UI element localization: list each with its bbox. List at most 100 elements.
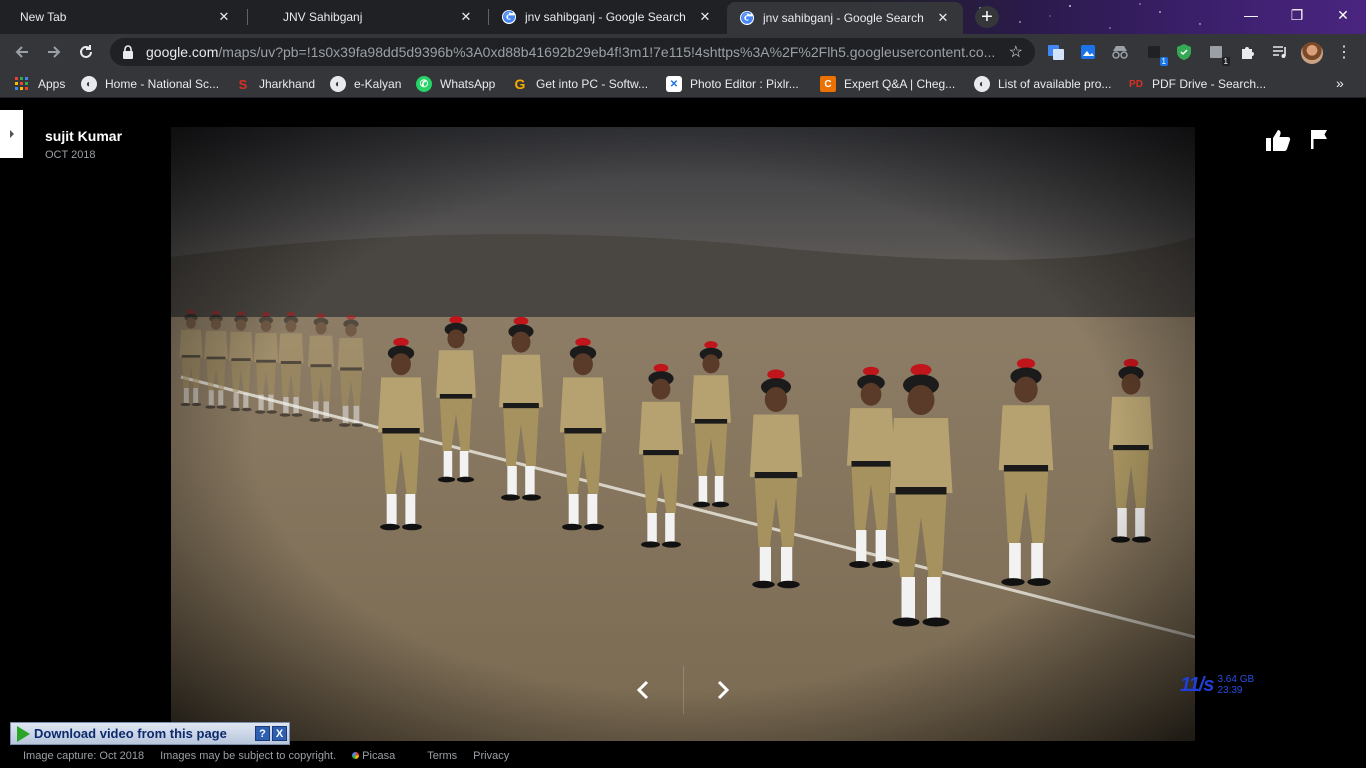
google-icon (502, 10, 516, 24)
picasa-link[interactable]: Picasa (352, 750, 411, 762)
back-button[interactable] (10, 40, 34, 64)
bookmark-label: Jharkhand (259, 77, 316, 91)
pixlr-icon: ✕ (666, 76, 682, 92)
url-text: google.com/maps/uv?pb=!1s0x39fa98dd5d939… (146, 44, 1009, 60)
close-icon[interactable]: ✕ (697, 9, 713, 25)
bookmark-chegg[interactable]: C Expert Q&A | Cheg... (820, 75, 955, 93)
viewer-footer: Image capture: Oct 2018 Images may be su… (0, 743, 1366, 768)
new-tab-button[interactable]: + (975, 6, 999, 28)
incognito-extension-icon[interactable] (1110, 42, 1130, 62)
tab-title: New Tab (20, 10, 67, 24)
download-video-label[interactable]: Download video from this page (34, 726, 255, 741)
url-path: /maps/uv?pb=!1s0x39fa98dd5d9396b%3A0xd88… (218, 44, 996, 60)
author-name[interactable]: sujit Kumar (45, 128, 122, 144)
globe-icon: ◐ (81, 76, 97, 92)
tab-strip: New Tab ✕ JNV Sahibganj ✕ jnv sahibganj … (0, 0, 1366, 34)
translate-extension-icon[interactable] (1046, 42, 1066, 62)
terms-link[interactable]: Terms (427, 750, 457, 762)
reload-icon (80, 45, 92, 58)
restore-button[interactable]: ❐ (1274, 0, 1320, 30)
bookmarks-bar: Apps ◐ Home - National Sc... S Jharkhand… (0, 70, 1366, 98)
photo-date: OCT 2018 (45, 149, 96, 161)
bookmark-label: Get into PC - Softw... (536, 77, 649, 91)
tab-title: JNV Sahibganj (283, 10, 363, 24)
lock-icon (123, 45, 133, 59)
bookmarks-overflow-icon[interactable]: » (1336, 75, 1344, 91)
close-button[interactable]: X (272, 726, 287, 741)
bookmark-star-icon[interactable]: ☆ (1009, 42, 1023, 62)
tab-google-search-active[interactable]: jnv sahibganj - Google Search ✕ (727, 2, 963, 34)
picasa-label: Picasa (362, 749, 396, 762)
download-video-bar[interactable]: Download video from this page ? X (10, 722, 290, 745)
tab-google-search[interactable]: jnv sahibganj - Google Search ✕ (489, 0, 725, 34)
more-menu-icon[interactable]: ⋮ (1336, 42, 1352, 64)
copyright-text: Images may be subject to copyright. (160, 749, 337, 762)
media-queue-icon[interactable] (1270, 42, 1290, 62)
bookmark-pdf-drive[interactable]: PD PDF Drive - Search... (1128, 75, 1266, 93)
tab-new-tab[interactable]: New Tab ✕ (8, 0, 244, 34)
bookmark-pixlr[interactable]: ✕ Photo Editor : Pixlr... (666, 75, 799, 93)
close-icon[interactable]: ✕ (935, 10, 951, 26)
reload-button[interactable] (74, 40, 98, 64)
minimize-button[interactable]: — (1228, 0, 1274, 30)
play-icon (17, 725, 30, 742)
image-extension-icon[interactable] (1078, 42, 1098, 62)
picasa-icon (352, 752, 360, 759)
chevron-right-icon (9, 130, 14, 138)
next-photo-button[interactable] (710, 674, 736, 706)
bookmark-label: PDF Drive - Search... (1152, 77, 1267, 91)
bookmark-national-scholarship[interactable]: ◐ Home - National Sc... (81, 75, 219, 93)
tab-title: jnv sahibganj - Google Search (525, 10, 686, 24)
bookmark-label: Expert Q&A | Cheg... (844, 77, 956, 91)
close-window-button[interactable]: ✕ (1320, 0, 1366, 30)
bookmark-e-kalyan[interactable]: ◐ e-Kalyan (330, 75, 401, 93)
arrow-right-icon (48, 46, 61, 58)
clock-time: 23:39 (1217, 685, 1243, 696)
bookmark-list-available[interactable]: ◐ List of available pro... (974, 75, 1111, 93)
speed-details: 3.64 GB 23:39 (1217, 674, 1254, 696)
pdfdrive-icon: PD (1129, 78, 1143, 90)
bookmark-whatsapp[interactable]: ✆ WhatsApp (416, 75, 495, 93)
address-bar[interactable]: google.com/maps/uv?pb=!1s0x39fa98dd5d939… (110, 38, 1035, 66)
network-speed-widget: 11/s 3.64 GB 23:39 (1180, 674, 1254, 697)
bookmark-jharkhand[interactable]: S Jharkhand (235, 75, 315, 93)
shield-extension-icon[interactable] (1174, 42, 1194, 62)
chegg-icon: C (820, 76, 836, 92)
close-icon[interactable]: ✕ (216, 9, 232, 25)
nav-divider (683, 666, 684, 714)
puzzle-extensions-icon[interactable] (1238, 42, 1258, 62)
bookmark-get-into-pc[interactable]: G Get into PC - Softw... (512, 75, 649, 93)
url-host: google.com (146, 44, 219, 60)
browser-toolbar: google.com/maps/uv?pb=!1s0x39fa98dd5d939… (0, 34, 1366, 70)
data-usage: 3.64 GB (1217, 674, 1255, 685)
theme-stars-decoration (979, 3, 1201, 29)
arrow-left-icon (15, 46, 28, 58)
bookmark-apps[interactable]: Apps (14, 75, 65, 93)
speed-value: 11/s (1180, 674, 1214, 696)
bookmark-label: e-Kalyan (354, 77, 402, 91)
download-extension-icon[interactable]: 1 (1144, 42, 1168, 66)
globe-icon: ◐ (330, 76, 346, 92)
globe-icon: ◐ (974, 76, 990, 92)
bookmark-label: List of available pro... (998, 77, 1112, 91)
note-extension-icon[interactable]: 1 (1206, 42, 1230, 66)
parade-photo-image (171, 127, 1195, 741)
tab-jnv-sahibganj[interactable]: JNV Sahibganj ✕ (248, 0, 486, 34)
help-button[interactable]: ? (255, 726, 270, 741)
bookmark-label: Home - National Sc... (105, 77, 220, 91)
privacy-link[interactable]: Privacy (473, 750, 509, 762)
forward-button[interactable] (42, 40, 66, 64)
thumbs-up-icon[interactable] (1265, 128, 1291, 152)
bookmark-label: Photo Editor : Pixlr... (690, 77, 799, 91)
apps-grid-icon (14, 76, 30, 92)
chevron-left-icon (636, 680, 649, 700)
side-panel-toggle[interactable] (0, 110, 23, 158)
previous-photo-button[interactable] (630, 674, 656, 706)
google-icon (740, 11, 754, 25)
profile-avatar[interactable] (1301, 42, 1323, 64)
close-icon[interactable]: ✕ (458, 9, 474, 25)
image-capture-text: Image capture: Oct 2018 (23, 749, 145, 762)
extension-badge: 1 (1159, 57, 1168, 66)
flag-icon[interactable] (1309, 128, 1329, 150)
bookmark-label: Apps (38, 77, 66, 91)
